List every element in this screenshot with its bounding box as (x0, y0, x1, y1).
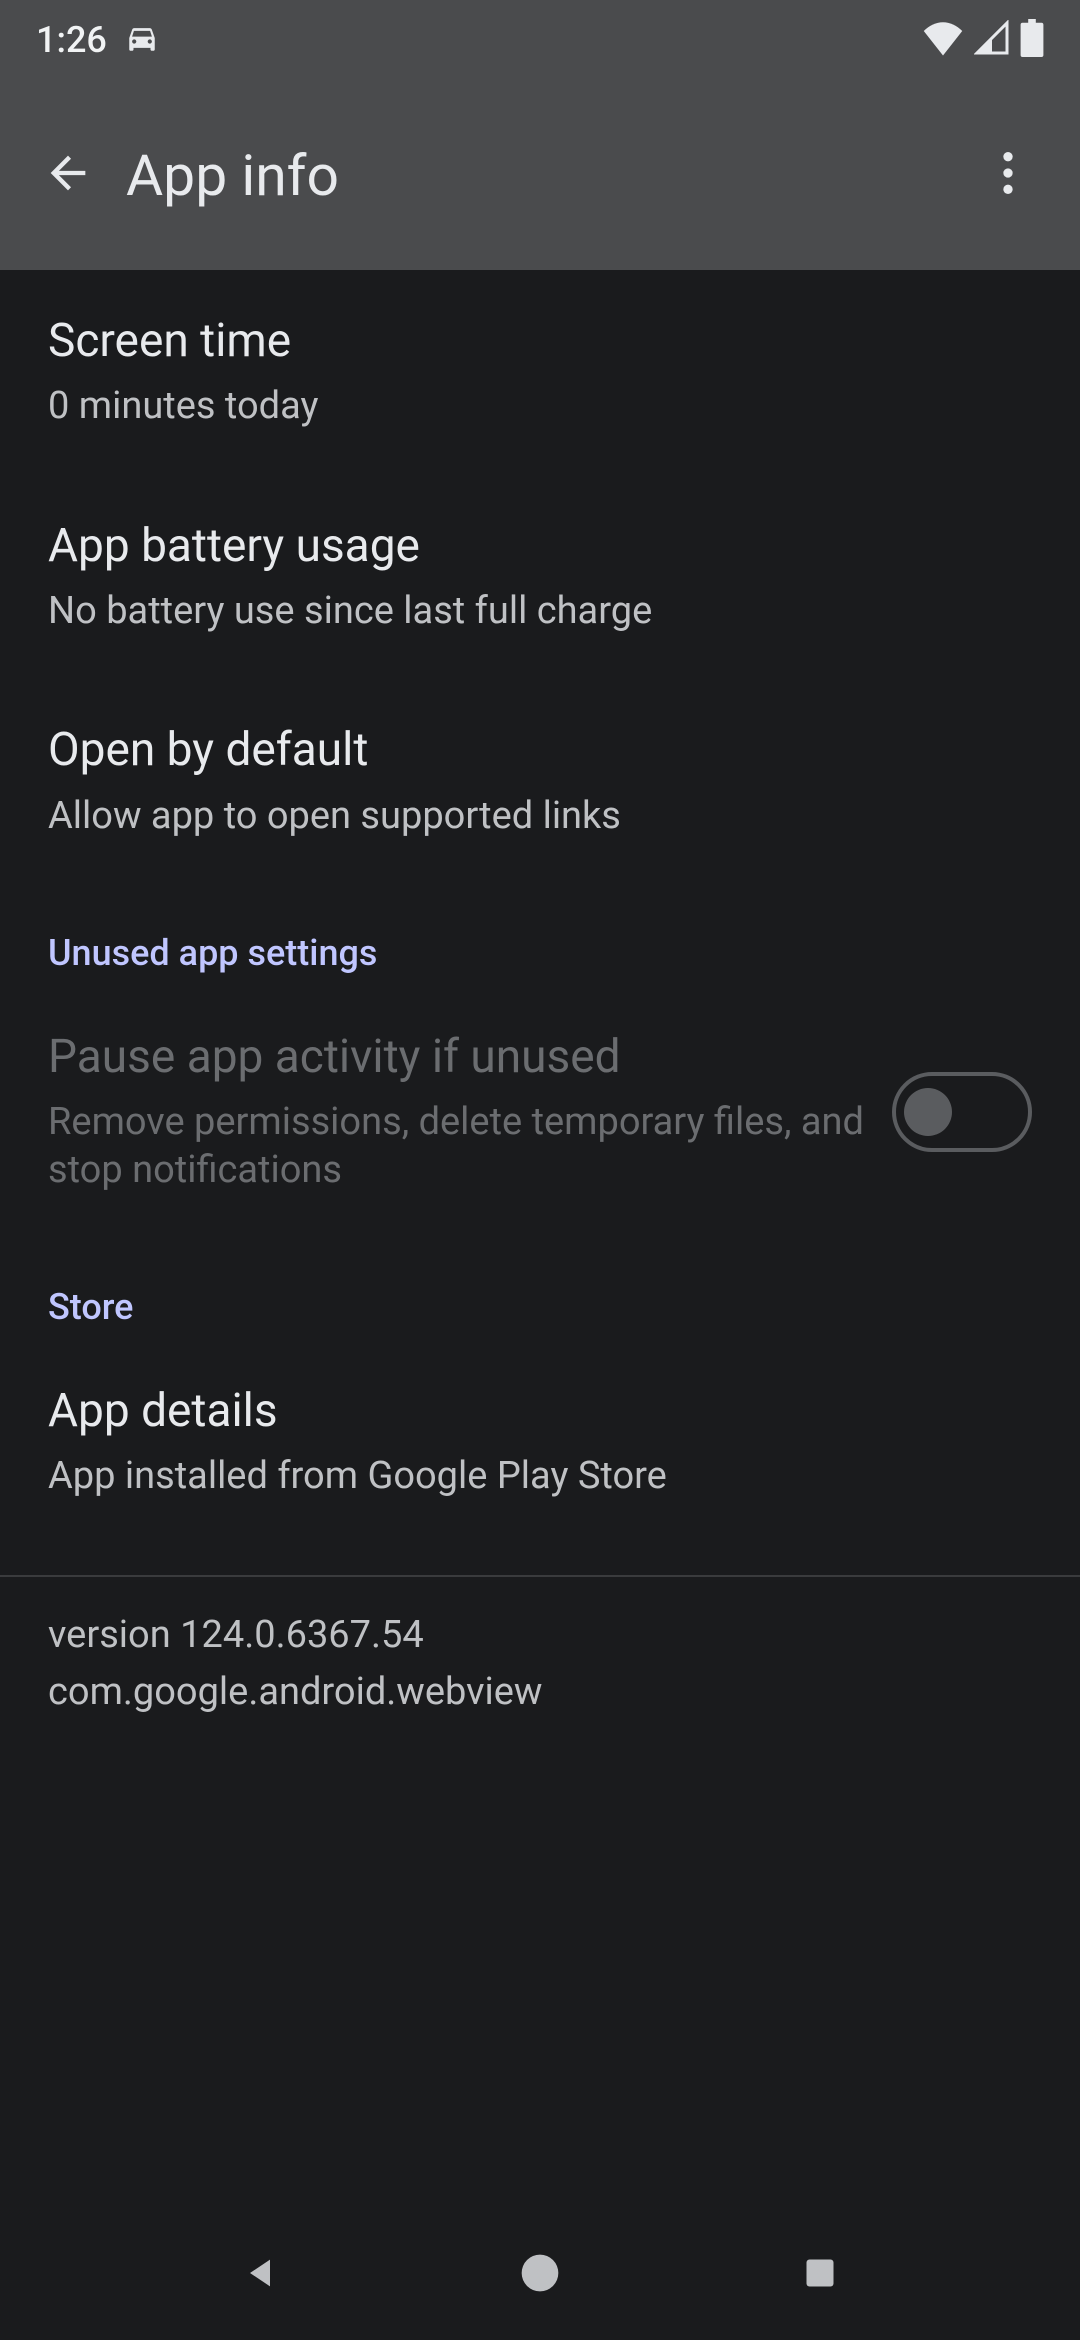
pause-activity-toggle (892, 1072, 1032, 1152)
pause-activity-item: Pause app activity if unused Remove perm… (48, 986, 1032, 1238)
package-text: com.google.android.webview (48, 1664, 1032, 1721)
arrow-back-icon (42, 147, 94, 203)
item-subtitle: 0 minutes today (48, 383, 1032, 431)
square-recent-icon (802, 2255, 838, 2295)
content: Screen time 0 minutes today App battery … (0, 270, 1080, 1751)
item-subtitle: No battery use since last full charge (48, 588, 1032, 636)
status-bar: 1:26 (0, 0, 1080, 80)
circle-home-icon (518, 2251, 562, 2299)
item-title: App battery usage (48, 519, 1032, 574)
more-button[interactable] (960, 127, 1056, 223)
item-subtitle: Remove permissions, delete temporary fil… (48, 1099, 868, 1194)
item-title: Screen time (48, 314, 1032, 369)
footer-info: version 124.0.6367.54 com.google.android… (48, 1577, 1032, 1751)
car-icon (125, 21, 159, 59)
nav-home-button[interactable] (460, 2225, 620, 2325)
item-subtitle: Allow app to open supported links (48, 793, 1032, 841)
status-left: 1:26 (36, 19, 159, 61)
section-store: Store (48, 1238, 1032, 1340)
status-time: 1:26 (36, 19, 107, 61)
screen-time-item[interactable]: Screen time 0 minutes today (48, 270, 1032, 475)
page-title: App info (126, 142, 339, 209)
navigation-bar (0, 2210, 1080, 2340)
back-button[interactable] (20, 127, 116, 223)
nav-back-button[interactable] (180, 2225, 340, 2325)
item-title: Pause app activity if unused (48, 1030, 868, 1085)
more-vert-icon (1003, 152, 1013, 198)
app-details-item[interactable]: App details App installed from Google Pl… (48, 1340, 1032, 1545)
battery-usage-item[interactable]: App battery usage No battery use since l… (48, 475, 1032, 680)
item-subtitle: App installed from Google Play Store (48, 1453, 1032, 1501)
nav-recent-button[interactable] (740, 2225, 900, 2325)
toggle-knob (904, 1088, 952, 1136)
open-by-default-item[interactable]: Open by default Allow app to open suppor… (48, 679, 1032, 884)
item-title: App details (48, 1384, 1032, 1439)
wifi-icon (922, 20, 964, 60)
triangle-back-icon (240, 2253, 280, 2297)
battery-icon (1020, 19, 1044, 61)
signal-icon (974, 20, 1010, 60)
status-right (922, 19, 1044, 61)
app-bar: App info (0, 80, 1080, 270)
section-unused-apps: Unused app settings (48, 884, 1032, 986)
version-text: version 124.0.6367.54 (48, 1607, 1032, 1664)
item-title: Open by default (48, 723, 1032, 778)
